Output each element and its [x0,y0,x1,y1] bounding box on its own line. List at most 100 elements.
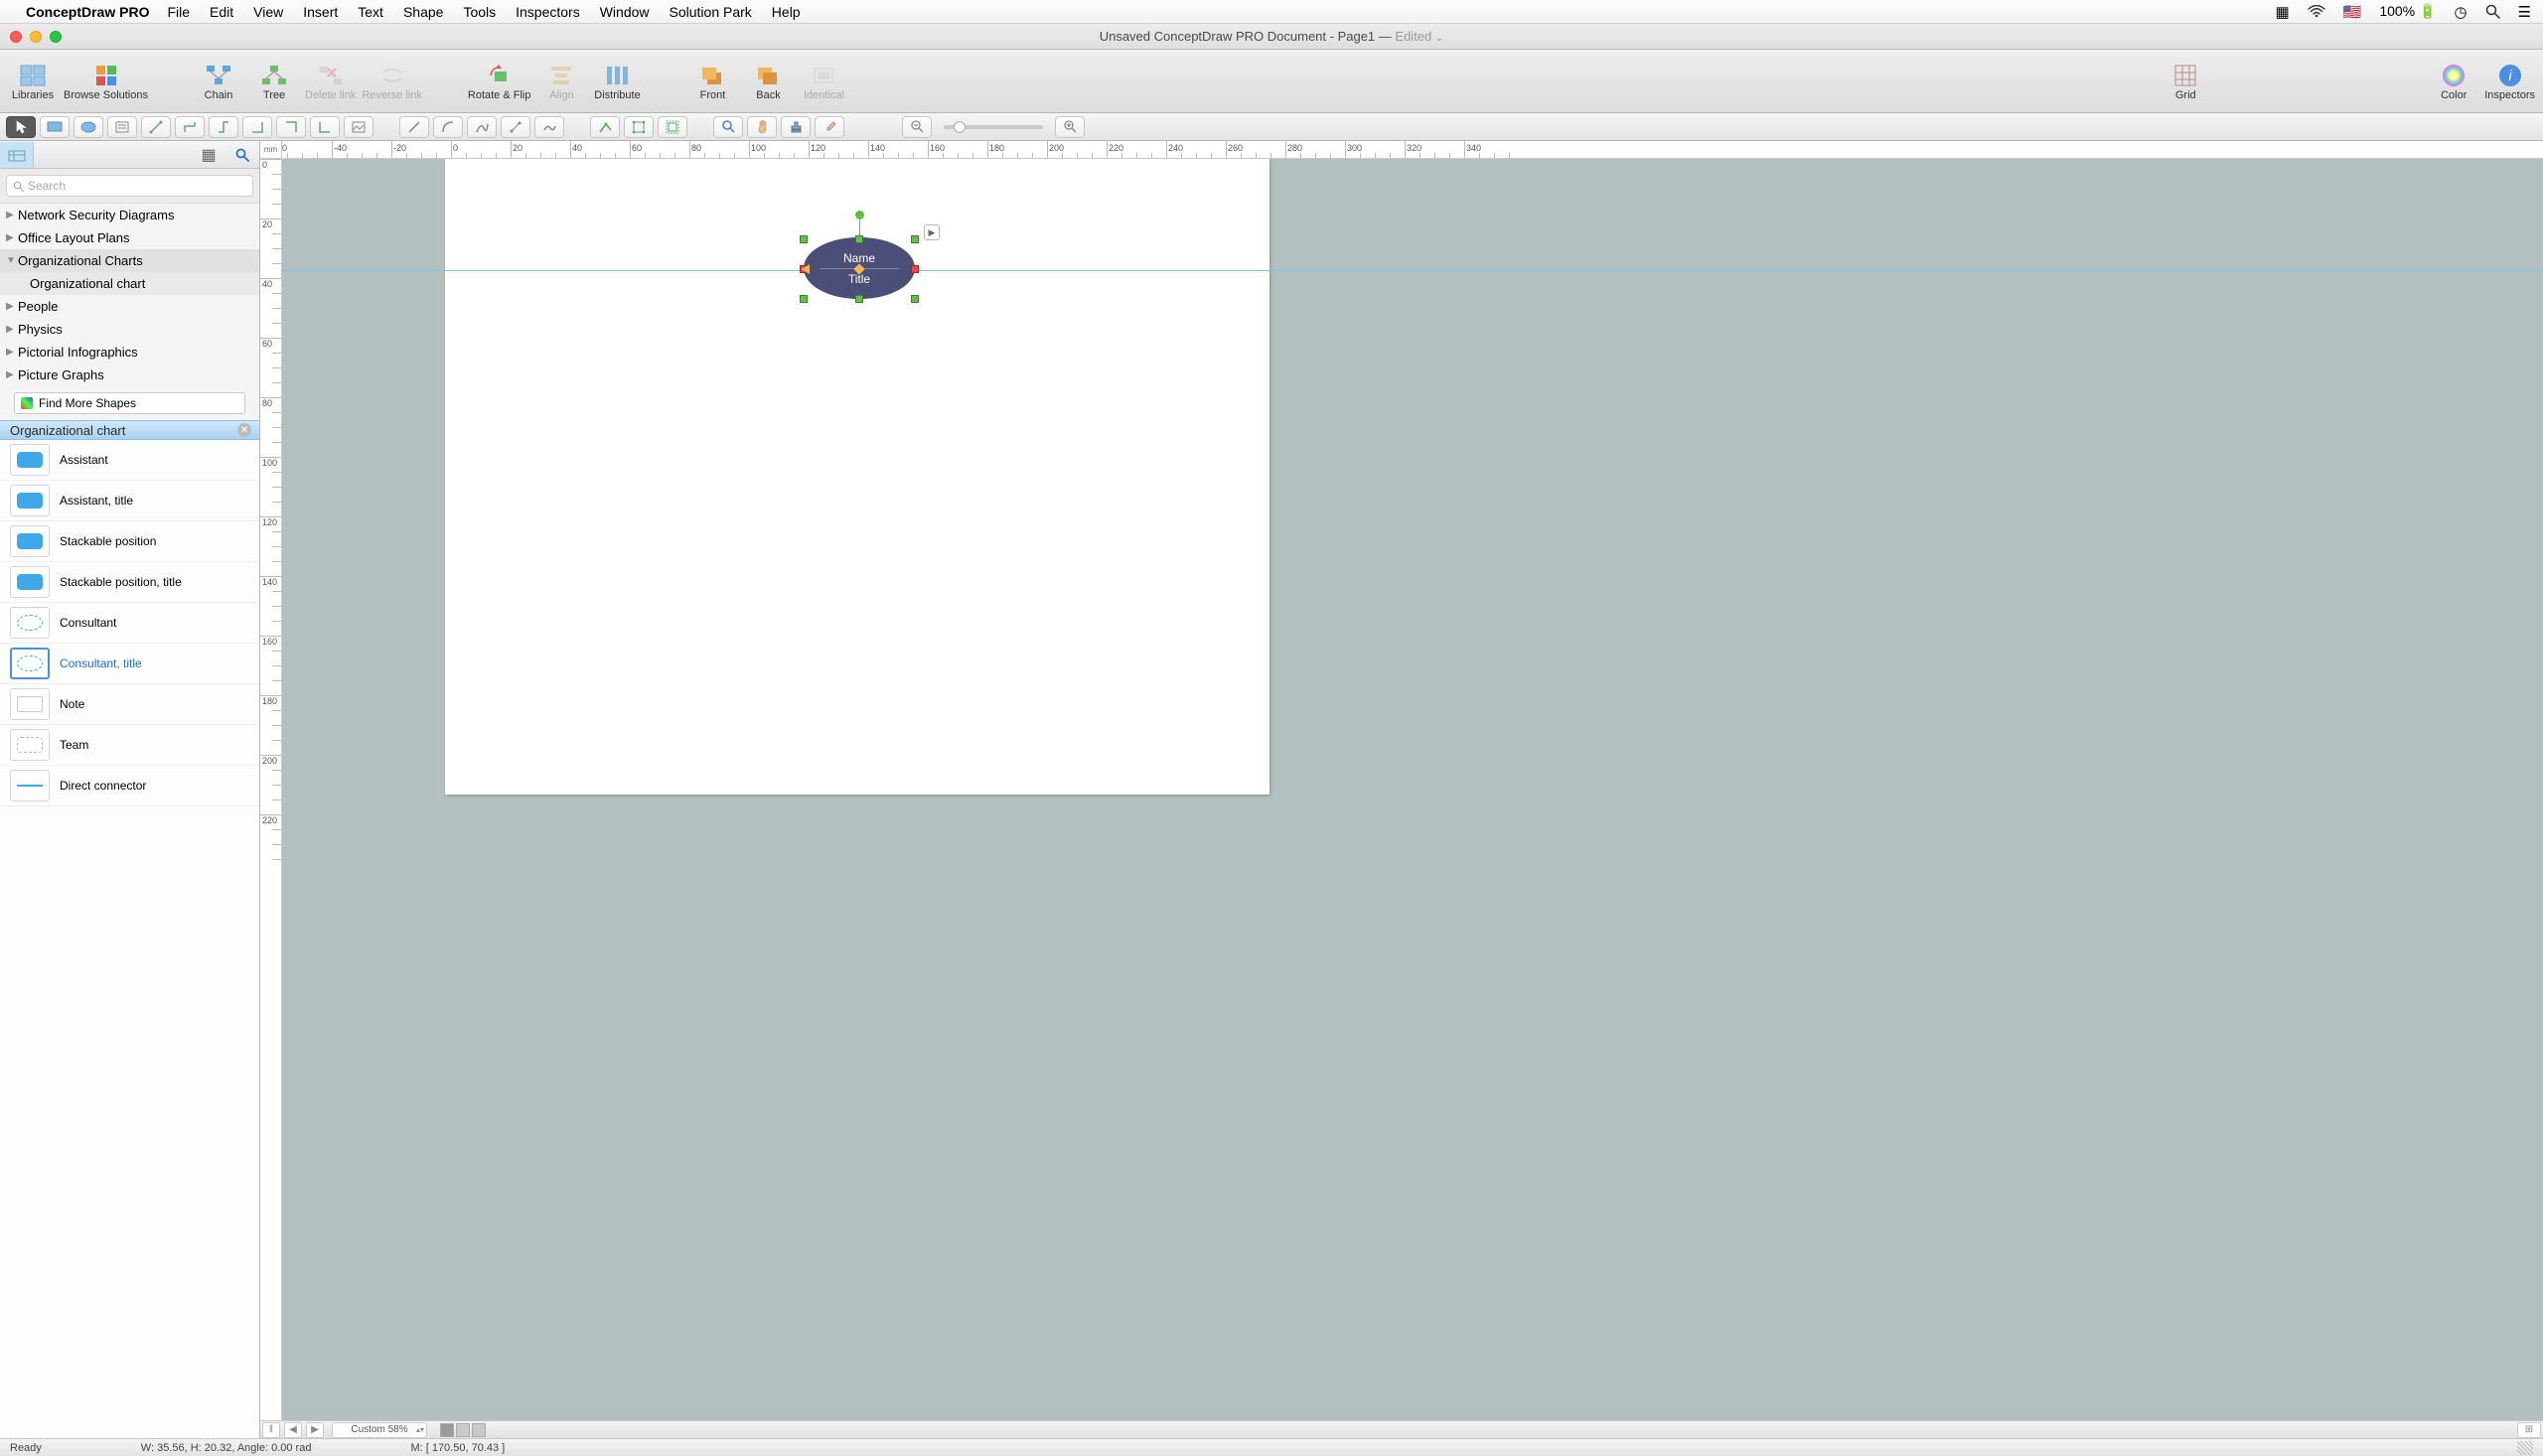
back-button[interactable]: Back [743,52,793,111]
menu-tools[interactable]: Tools [463,4,496,20]
spotlight-icon[interactable] [2485,4,2500,19]
rotate-flip-button[interactable]: Rotate & Flip [468,52,531,111]
zoom-in-button[interactable] [1055,116,1085,138]
menu-insert[interactable]: Insert [303,4,338,20]
shape-item[interactable]: Stackable position [0,521,259,562]
resize-handle-se[interactable] [911,295,919,303]
canvas-stage[interactable]: Name Title ▶ [282,159,2543,1420]
app-name[interactable]: ConceptDraw PRO [26,4,149,20]
tree-item[interactable]: ▶Picture Graphs [0,364,259,386]
resize-corner-icon[interactable] [2517,1441,2533,1455]
rect-tool[interactable] [40,116,70,138]
minimize-window-button[interactable] [30,31,42,43]
edit-shape-tool-2[interactable] [624,116,654,138]
shape-item[interactable]: Consultant [0,603,259,644]
menu-inspectors[interactable]: Inspectors [516,4,580,20]
stamp-tool[interactable] [781,116,811,138]
library-search-input[interactable]: Search [6,175,253,197]
menu-help[interactable]: Help [772,4,801,20]
inspectors-button[interactable]: iInspectors [2484,52,2535,111]
connector-tool-3[interactable] [209,116,238,138]
prev-page-button[interactable]: ◀ [284,1422,302,1438]
connector-tool-2[interactable] [175,116,205,138]
find-more-shapes-button[interactable]: Find More Shapes [14,392,245,414]
ellipse-tool[interactable] [74,116,103,138]
tree-item[interactable]: ▶Physics [0,318,259,341]
tree-item-child[interactable]: Organizational chart [0,272,259,295]
battery-status[interactable]: 100% 🔋 [2379,3,2436,20]
tree-item[interactable]: ▶People [0,295,259,318]
zoom-combo[interactable]: Custom 58%▴▾ [332,1422,427,1438]
tree-button[interactable]: Tree [249,52,299,111]
maximize-window-button[interactable] [50,31,62,43]
zoom-slider[interactable] [944,125,1043,129]
zoom-out-button[interactable] [902,116,932,138]
menu-file[interactable]: File [167,4,190,20]
color-button[interactable]: Color [2429,52,2478,111]
resize-handle-nw[interactable] [800,235,808,243]
expand-arrow-left[interactable] [797,264,810,274]
line-tool[interactable] [399,116,429,138]
grid-button[interactable]: Grid [2161,52,2210,111]
notification-center-icon[interactable]: ☰ [2518,3,2531,21]
rotation-handle[interactable] [855,211,864,219]
edit-shape-tool-3[interactable] [658,116,687,138]
connector-tool-6[interactable] [310,116,340,138]
shape-item[interactable]: Note [0,684,259,725]
next-page-button[interactable]: ▶ [306,1422,324,1438]
tree-item[interactable]: ▶Pictorial Infographics [0,341,259,364]
menu-edit[interactable]: Edit [210,4,233,20]
zoom-slider-knob[interactable] [954,121,966,133]
page-thumb-1[interactable] [440,1423,454,1437]
shape-item[interactable]: Stackable position, title [0,562,259,603]
resize-handle-s[interactable] [855,295,863,303]
connector-tool-1[interactable] [141,116,171,138]
libraries-button[interactable]: Libraries [8,52,58,111]
menu-text[interactable]: Text [358,4,383,20]
menu-solution-park[interactable]: Solution Park [670,4,752,20]
edit-shape-tool-1[interactable] [590,116,620,138]
shape-item[interactable]: Assistant, title [0,481,259,521]
close-window-button[interactable] [10,31,22,43]
wifi-icon[interactable] [2308,5,2325,18]
smart-action-button[interactable]: ▶ [924,224,940,240]
menu-shape[interactable]: Shape [403,4,443,20]
menu-window[interactable]: Window [600,4,650,20]
shape-item[interactable]: Team [0,725,259,766]
eyedropper-tool[interactable] [815,116,844,138]
menu-view[interactable]: View [253,4,283,20]
page-thumb-3[interactable] [472,1423,486,1437]
zoom-tool[interactable] [713,116,743,138]
libraries-tab[interactable] [0,142,34,168]
connector-tool-5[interactable] [276,116,306,138]
panel-grid-view-icon[interactable]: ▦ [192,145,225,165]
connector-tool-4[interactable] [242,116,272,138]
freehand-tool[interactable] [534,116,564,138]
hand-tool[interactable] [747,116,777,138]
resize-handle-n[interactable] [855,235,863,243]
view-mode-button[interactable]: ⊞ [2517,1422,2541,1438]
active-library-header[interactable]: Organizational chart ✕ [0,420,259,440]
resize-handle-sw[interactable] [800,295,808,303]
close-library-icon[interactable]: ✕ [237,423,251,437]
browse-solutions-button[interactable]: Browse Solutions [64,52,148,111]
tree-item[interactable]: ▶Office Layout Plans [0,226,259,249]
split-handle[interactable]: ‖ [262,1422,280,1438]
spline-tool[interactable] [467,116,497,138]
chevron-down-icon[interactable]: ⌄ [1435,33,1443,44]
menuextra-icon[interactable]: ▦ [2275,3,2289,21]
panel-search-icon[interactable] [225,148,259,162]
tree-item-expanded[interactable]: ▼Organizational Charts [0,249,259,272]
flag-icon[interactable]: 🇺🇸 [2343,3,2362,21]
insert-picture-tool[interactable] [344,116,374,138]
bezier-tool[interactable] [501,116,530,138]
resize-handle-ne[interactable] [911,235,919,243]
shape-item[interactable]: Assistant [0,440,259,481]
distribute-button[interactable]: Distribute [592,52,642,111]
pointer-tool[interactable] [6,116,36,138]
chain-button[interactable]: Chain [194,52,243,111]
guide-line-h[interactable] [282,270,2543,271]
resize-handle-e[interactable] [911,265,919,273]
text-tool[interactable] [107,116,137,138]
shape-item[interactable]: Direct connector [0,766,259,806]
